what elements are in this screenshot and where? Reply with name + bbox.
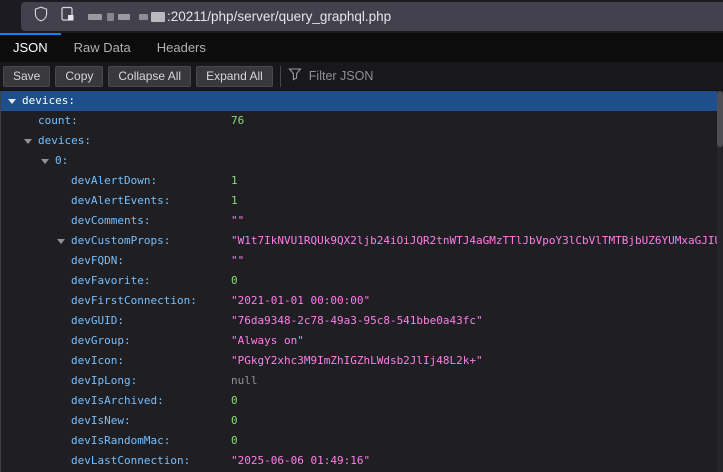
json-key: devices: [38, 131, 91, 151]
json-key: devFirstConnection: [71, 291, 197, 311]
json-key: devices: [22, 91, 75, 111]
json-key: 0: [55, 151, 68, 171]
tab-headers[interactable]: Headers [144, 33, 219, 62]
tree-row-devfqdn[interactable]: devFQDN: "" [1, 251, 723, 271]
tab-raw-data[interactable]: Raw Data [61, 33, 144, 62]
json-key: devGUID: [71, 311, 124, 331]
json-value: "Always on" [231, 331, 304, 351]
json-value: "" [231, 211, 244, 231]
tree-row-devices[interactable]: devices: [1, 91, 723, 111]
tree-row-devgroup[interactable]: devGroup: "Always on" [1, 331, 723, 351]
tree-row-devlastconnection[interactable]: devLastConnection: "2025-06-06 01:49:16" [1, 451, 723, 471]
json-key: devIsRandomMac: [71, 431, 170, 451]
json-viewer-tabbar: JSON Raw Data Headers [0, 33, 723, 62]
json-value: 76 [231, 111, 244, 131]
browser-window: :20211/php/server/query_graphql.php JSON… [0, 0, 723, 472]
tree-row-devisrandommac[interactable]: devIsRandomMac: 0 [1, 431, 723, 451]
json-toolbar: Save Copy Collapse All Expand All Filter… [0, 62, 723, 91]
filter-funnel-icon [288, 67, 302, 86]
json-key: devFavorite: [71, 271, 150, 291]
tree-row-count[interactable]: count: 76 [1, 111, 723, 131]
json-tree: devices:count:76devices:0:devAlertDown:1… [0, 91, 723, 472]
json-key: devComments: [71, 211, 150, 231]
tree-row-deviplong[interactable]: devIpLong: null [1, 371, 723, 391]
toolbar-separator [280, 66, 281, 87]
tree-row-devfirstconnection[interactable]: devFirstConnection: "2021-01-01 00:00:00" [1, 291, 723, 311]
tree-row-devcustomprops[interactable]: devCustomProps: "W1t7IkNVU1RQUk9QX2ljb24i… [1, 231, 723, 251]
json-value: "76da9348-2c78-49a3-95c8-541bbe0a43fc" [231, 311, 483, 331]
expander-icon[interactable] [8, 99, 16, 104]
json-value: "W1t7IkNVU1RQUk9QX2ljb24iOiJQR2tnWTJ4aGM… [231, 231, 723, 251]
json-key: devIpLong: [71, 371, 137, 391]
json-key: devIsNew: [71, 411, 131, 431]
tree-row-0[interactable]: 0: [1, 151, 723, 171]
json-value: 1 [231, 191, 238, 211]
json-value: 0 [231, 271, 238, 291]
filter-json-input[interactable]: Filter JSON [288, 67, 374, 86]
json-value: 0 [231, 411, 238, 431]
tab-json[interactable]: JSON [0, 33, 61, 62]
json-key: devAlertEvents: [71, 191, 170, 211]
browser-navbar: :20211/php/server/query_graphql.php [0, 0, 723, 33]
tree-row-devalertdown[interactable]: devAlertDown: 1 [1, 171, 723, 191]
json-value: 0 [231, 391, 238, 411]
json-key: devIsArchived: [71, 391, 164, 411]
json-key: devIcon: [71, 351, 124, 371]
expander-icon[interactable] [41, 159, 49, 164]
expander-icon[interactable] [24, 139, 32, 144]
tree-row-devicon[interactable]: devIcon: "PGkgY2xhc3M9ImZhIGZhLWdsb2JlIj4… [1, 351, 723, 371]
expander-icon[interactable] [57, 239, 65, 244]
redacted-host [88, 12, 165, 22]
json-key: count: [38, 111, 78, 131]
tree-row-devfavorite[interactable]: devFavorite: 0 [1, 271, 723, 291]
url-bar[interactable]: :20211/php/server/query_graphql.php [21, 2, 723, 31]
tree-row-devices[interactable]: devices: [1, 131, 723, 151]
expand-all-button[interactable]: Expand All [196, 66, 273, 87]
tree-row-devalertevents[interactable]: devAlertEvents: 1 [1, 191, 723, 211]
json-value: "" [231, 251, 244, 271]
json-key: devFQDN: [71, 251, 124, 271]
json-key: devAlertDown: [71, 171, 157, 191]
json-value: "2025-06-06 01:49:16" [231, 451, 370, 471]
tree-row-devisarchived[interactable]: devIsArchived: 0 [1, 391, 723, 411]
json-key: devGroup: [71, 331, 131, 351]
collapse-all-button[interactable]: Collapse All [108, 66, 191, 87]
json-value: null [231, 371, 258, 391]
save-button[interactable]: Save [3, 66, 50, 87]
vertical-scrollbar[interactable] [717, 91, 723, 472]
json-value: "2021-01-01 00:00:00" [231, 291, 370, 311]
tree-row-devisnew[interactable]: devIsNew: 0 [1, 411, 723, 431]
tree-row-devcomments[interactable]: devComments: "" [1, 211, 723, 231]
filter-placeholder: Filter JSON [309, 69, 374, 83]
url-text[interactable]: :20211/php/server/query_graphql.php [167, 9, 391, 24]
json-key: devLastConnection: [71, 451, 190, 471]
json-key: devCustomProps: [71, 231, 170, 251]
page-icon[interactable] [60, 6, 75, 27]
json-value: 0 [231, 431, 238, 451]
tree-row-devguid[interactable]: devGUID: "76da9348-2c78-49a3-95c8-541bbe0… [1, 311, 723, 331]
scrollbar-thumb[interactable] [717, 91, 723, 147]
shield-icon[interactable] [33, 6, 49, 27]
json-value: 1 [231, 171, 238, 191]
json-value: "PGkgY2xhc3M9ImZhIGZhLWdsb2JlIj48L2k+" [231, 351, 483, 371]
copy-button[interactable]: Copy [55, 66, 103, 87]
